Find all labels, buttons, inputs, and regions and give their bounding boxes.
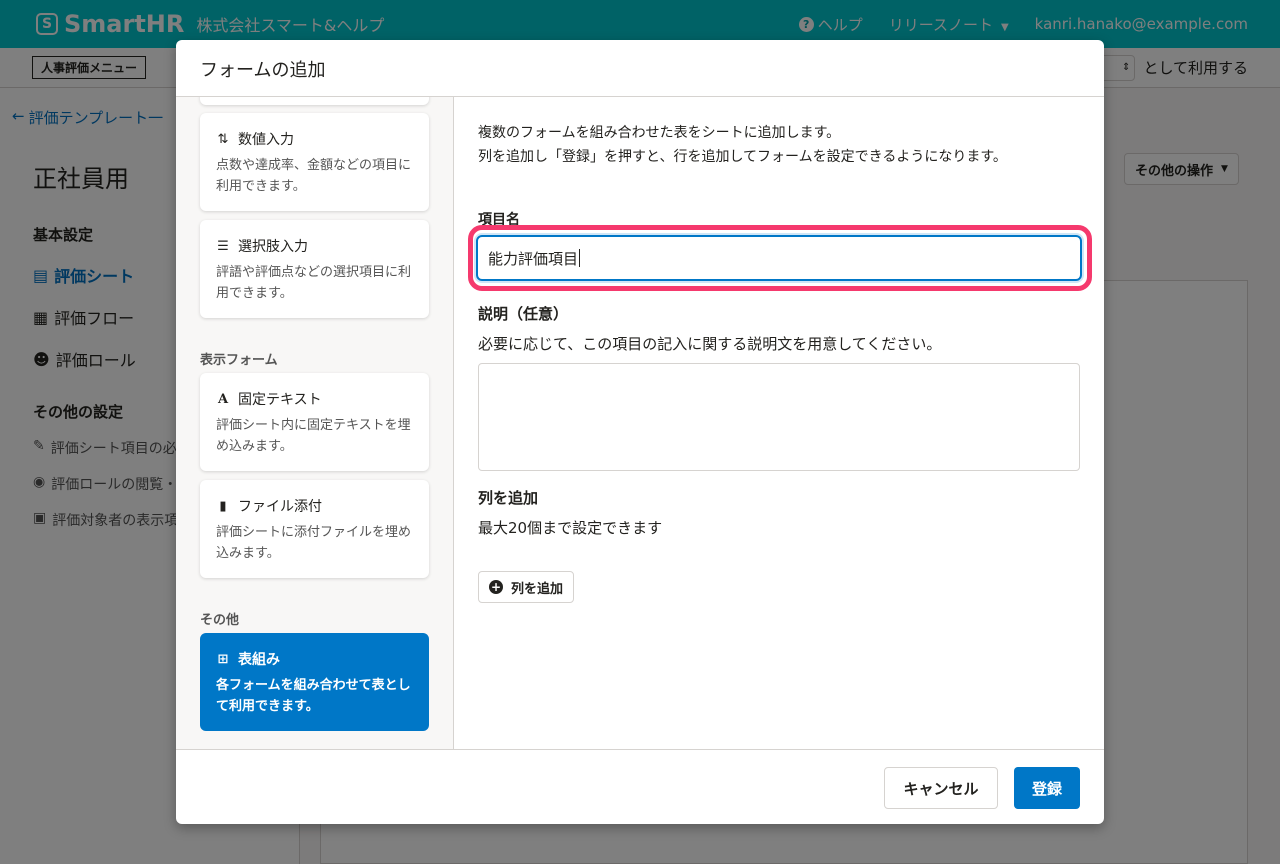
- description-label: 説明（任意）: [478, 305, 569, 323]
- card-title: ファイル添付: [238, 499, 322, 515]
- card-title: 表組み: [238, 652, 280, 668]
- card-desc: 点数や達成率、金額などの項目に利用できます。: [216, 158, 412, 194]
- card-title: 固定テキスト: [238, 392, 322, 408]
- description-textarea[interactable]: [478, 363, 1080, 471]
- intro-line-1: 複数のフォームを組み合わせた表をシートに追加します。: [478, 125, 841, 141]
- form-settings-pane: 複数のフォームを組み合わせた表をシートに追加します。 列を追加し「登録」を押すと…: [454, 97, 1104, 749]
- form-type-list: ⇅ 数値入力 点数や達成率、金額などの項目に利用できます。 ☰ 選択肢入力 評語…: [176, 97, 454, 749]
- add-column-label: 列を追加: [511, 581, 564, 597]
- item-name-value: 能力評価項目: [488, 249, 579, 268]
- card-desc: 各フォームを組み合わせて表として利用できます。: [216, 678, 411, 714]
- add-columns-help: 最大20個まで設定できます: [478, 519, 663, 537]
- form-card-fixed-text[interactable]: A 固定テキスト 評価シート内に固定テキストを埋め込みます。: [200, 373, 429, 471]
- card-desc: 評語や評価点などの選択項目に利用できます。: [216, 265, 412, 301]
- dialog-footer: キャンセル 登録: [176, 749, 1104, 824]
- item-name-input[interactable]: 能力評価項目: [476, 235, 1082, 281]
- file-icon: ▮: [219, 498, 227, 514]
- add-column-button[interactable]: + 列を追加: [478, 571, 575, 603]
- description-help: 必要に応じて、この項目の記入に関する説明文を用意してください。: [478, 335, 942, 353]
- cancel-button[interactable]: キャンセル: [884, 767, 998, 809]
- plus-circle-icon: +: [489, 580, 503, 594]
- font-icon: A: [217, 391, 229, 407]
- submit-button[interactable]: 登録: [1014, 767, 1080, 809]
- sort-numeric-icon: ⇅: [217, 131, 229, 147]
- form-card-file-attach[interactable]: ▮ ファイル添付 評価シートに添付ファイルを埋め込みます。: [200, 480, 429, 578]
- table-icon: ⊞: [217, 651, 229, 667]
- list-icon: ☰: [217, 238, 229, 254]
- form-card-table[interactable]: ⊞ 表組み 各フォームを組み合わせて表として利用できます。: [200, 633, 429, 731]
- intro-text: 複数のフォームを組み合わせた表をシートに追加します。 列を追加し「登録」を押すと…: [478, 121, 1068, 169]
- dialog-title: フォームの追加: [176, 40, 1104, 97]
- card-desc: 評価シート内に固定テキストを埋め込みます。: [216, 418, 411, 454]
- form-card-numeric[interactable]: ⇅ 数値入力 点数や達成率、金額などの項目に利用できます。: [200, 113, 429, 211]
- form-card-partial[interactable]: [200, 97, 429, 105]
- add-columns-label: 列を追加: [478, 489, 539, 507]
- card-desc: 評価シートに添付ファイルを埋め込みます。: [216, 525, 412, 561]
- text-cursor: [579, 249, 581, 267]
- form-card-choice[interactable]: ☰ 選択肢入力 評語や評価点などの選択項目に利用できます。: [200, 220, 429, 318]
- other-heading: その他: [200, 613, 240, 628]
- card-title: 数値入力: [238, 132, 294, 148]
- intro-line-2: 列を追加し「登録」を押すと、行を追加してフォームを設定できるようになります。: [478, 149, 1007, 165]
- card-title: 選択肢入力: [238, 239, 308, 255]
- display-form-heading: 表示フォーム: [200, 353, 278, 368]
- add-form-dialog: フォームの追加 ⇅ 数値入力 点数や達成率、金額などの項目に利用できます。 ☰ …: [176, 40, 1104, 824]
